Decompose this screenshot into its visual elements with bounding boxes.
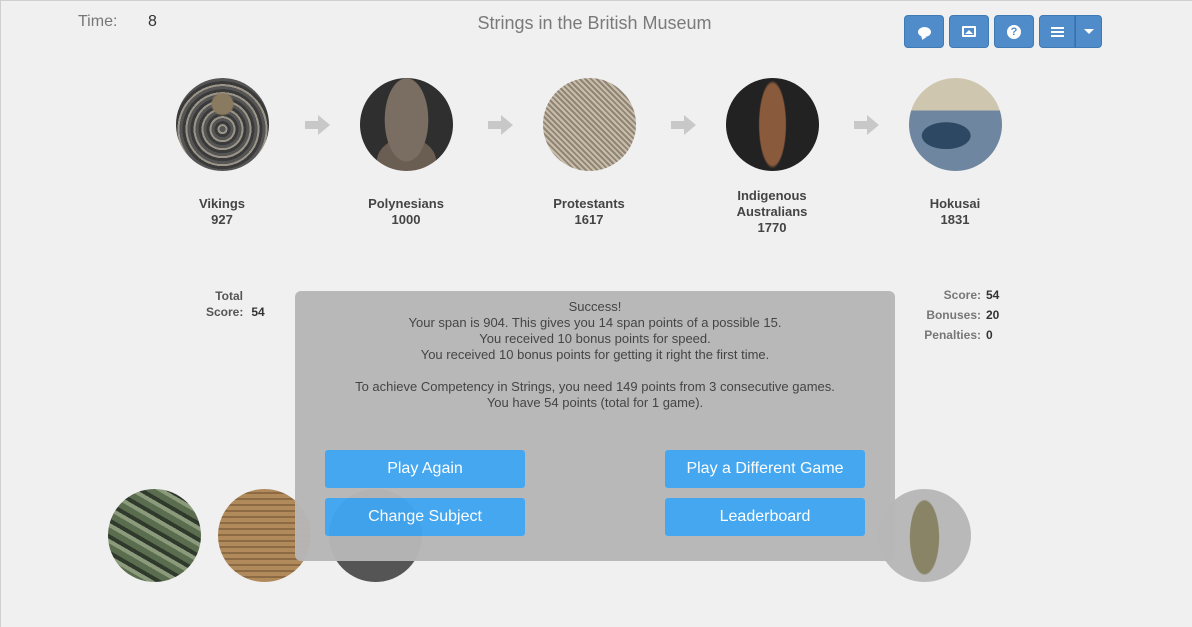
play-different-game-button[interactable]: Play a Different Game <box>665 450 865 488</box>
arrow-right-icon <box>305 115 331 135</box>
total-score-label-line1: Total <box>215 289 243 303</box>
total-score: Total Score: 54 <box>206 288 265 320</box>
menu-button[interactable] <box>1039 15 1075 48</box>
menu-split-button <box>1039 15 1102 48</box>
comment-icon <box>917 26 931 37</box>
change-subject-button[interactable]: Change Subject <box>325 498 525 536</box>
image-icon <box>962 26 976 37</box>
score-label: Score: <box>943 288 981 302</box>
bonuses-label: Bonuses: <box>926 308 981 322</box>
timeline-item-name: Vikings <box>198 196 245 211</box>
help-button[interactable]: ? <box>994 15 1034 48</box>
first-time-bonus-message: You received 10 bonus points for getting… <box>420 347 770 362</box>
candidate-item[interactable] <box>108 489 201 582</box>
timeline-item-protestants[interactable]: Protestants 1617 <box>514 78 664 228</box>
timeline-item-year: 1000 <box>391 212 421 227</box>
toolbar: ? <box>904 15 1102 48</box>
help-icon: ? <box>1007 24 1021 39</box>
speed-bonus-message: You received 10 bonus points for speed. <box>479 331 711 346</box>
indigenous-australians-image <box>725 78 819 171</box>
menu-icon <box>1050 26 1064 37</box>
caret-down-icon <box>1083 29 1094 34</box>
timeline-item-year: 927 <box>211 212 233 227</box>
arrow-right-icon <box>854 115 880 135</box>
timeline-item-polynesians[interactable]: Polynesians 1000 <box>331 78 481 228</box>
comment-button[interactable] <box>904 15 944 48</box>
polynesians-image <box>359 78 453 171</box>
score-breakdown: Score: 54 Bonuses: 20 Penalties: 0 <box>919 285 999 345</box>
timeline-item-vikings[interactable]: Vikings 927 <box>147 78 297 228</box>
timeline-item-hokusai[interactable]: Hokusai 1831 <box>880 78 1030 228</box>
timeline-item-name-line1: Indigenous <box>737 188 807 203</box>
total-score-label-line2: Score: <box>206 305 244 319</box>
timeline-item-year: 1831 <box>940 212 970 227</box>
leaderboard-button[interactable]: Leaderboard <box>665 498 865 536</box>
vikings-image <box>175 78 269 171</box>
results-message: Success! Your span is 904. This gives yo… <box>295 291 895 411</box>
protestants-image <box>542 78 636 171</box>
arrow-right-icon <box>488 115 514 135</box>
span-message: Your span is 904. This gives you 14 span… <box>408 315 782 330</box>
penalties-value: 0 <box>986 328 993 342</box>
timeline-item-year: 1617 <box>574 212 604 227</box>
menu-dropdown-button[interactable] <box>1075 15 1102 48</box>
results-modal: Success! Your span is 904. This gives yo… <box>295 291 895 561</box>
timeline-item-name-line2: Australians <box>736 204 808 219</box>
success-heading: Success! <box>568 299 622 314</box>
timeline-item-name: Protestants <box>553 196 625 211</box>
timeline-item-name: Hokusai <box>929 196 981 211</box>
score-value: 54 <box>986 288 1000 302</box>
total-score-value: 54 <box>251 305 265 319</box>
points-total-message: You have 54 points (total for 1 game). <box>486 395 704 410</box>
image-button[interactable] <box>949 15 989 48</box>
hokusai-image <box>908 78 1002 171</box>
competency-message: To achieve Competency in Strings, you ne… <box>355 379 835 394</box>
timeline-item-name: Polynesians <box>368 196 444 211</box>
timeline-item-year: 1770 <box>757 220 787 235</box>
penalties-label: Penalties: <box>924 328 981 342</box>
play-again-button[interactable]: Play Again <box>325 450 525 488</box>
bonuses-value: 20 <box>986 308 1000 322</box>
timeline-item-indigenous-australians[interactable]: Indigenous Australians 1770 <box>697 78 847 236</box>
arrow-right-icon <box>671 115 697 135</box>
